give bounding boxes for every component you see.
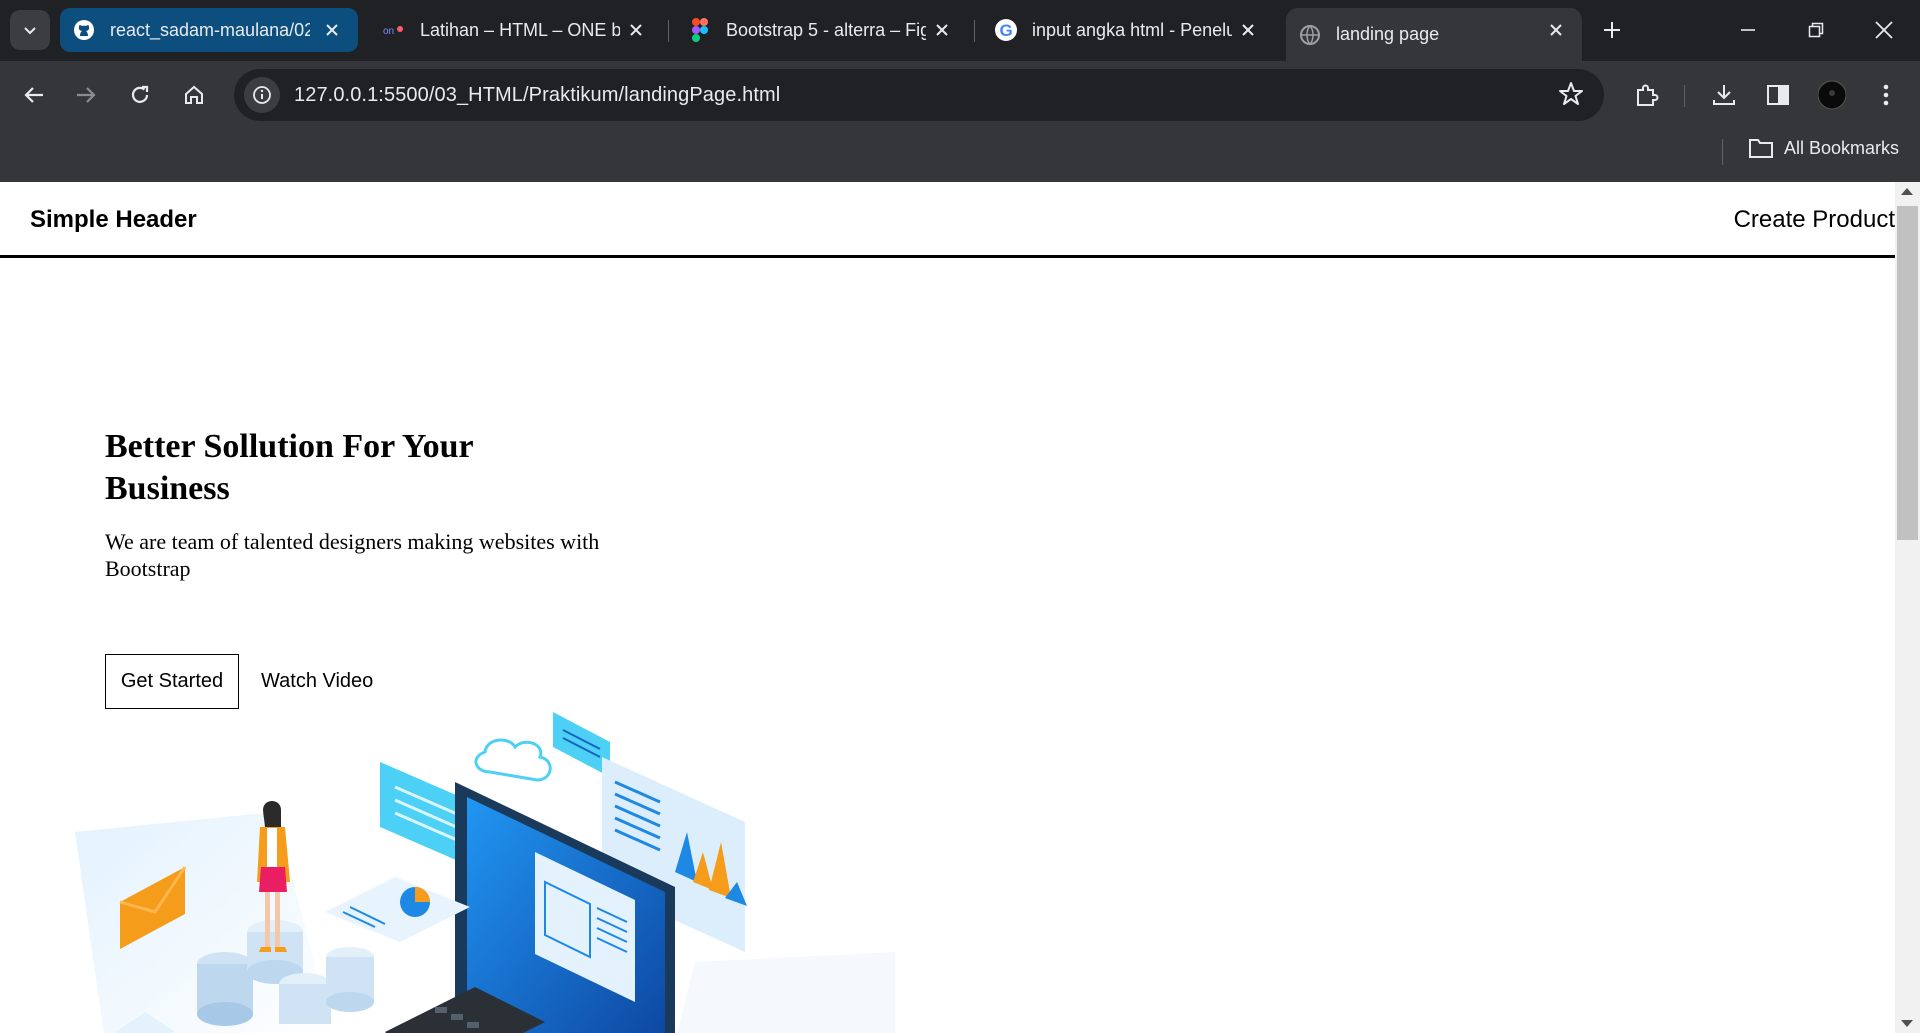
chevron-down-icon: [24, 27, 36, 35]
close-icon[interactable]: [930, 18, 954, 42]
one-logo-icon: on: [382, 18, 406, 42]
tab-search-button[interactable]: [10, 10, 50, 50]
address-bar[interactable]: 127.0.0.1:5500/03_HTML/Praktikum/landing…: [234, 69, 1604, 121]
reload-button[interactable]: [120, 75, 160, 115]
github-icon: [72, 18, 96, 42]
all-bookmarks-label: All Bookmarks: [1784, 137, 1900, 158]
tab-title: input angka html - Penelu: [1032, 19, 1232, 40]
menu-button[interactable]: [1866, 75, 1906, 115]
minimize-icon: [1741, 29, 1755, 31]
tab-landing-page[interactable]: landing page: [1286, 8, 1582, 61]
restore-button[interactable]: [1796, 10, 1836, 50]
plus-icon: [1604, 22, 1620, 38]
page-scrollbar[interactable]: [1895, 182, 1920, 1033]
close-window-button[interactable]: [1864, 10, 1904, 50]
hero-actions: Get Started Watch Video: [105, 654, 373, 709]
back-button[interactable]: [14, 75, 54, 115]
scroll-up-icon[interactable]: [1901, 188, 1913, 195]
hero-subtitle: We are team of talented designers making…: [105, 529, 600, 581]
hero-title: Better Sollution For Your Business: [105, 428, 474, 507]
globe-icon: [1298, 23, 1322, 47]
bookmarks-separator: [1722, 139, 1723, 165]
puzzle-icon: [1637, 84, 1659, 106]
restore-icon: [1808, 22, 1824, 38]
url-text[interactable]: 127.0.0.1:5500/03_HTML/Praktikum/landing…: [294, 84, 780, 107]
tab-title: react_sadam-maulana/02: [110, 19, 310, 40]
side-panel-button[interactable]: [1758, 75, 1798, 115]
browser-chrome: react_sadam-maulana/02 on Latihan – HTML…: [0, 0, 1920, 182]
side-panel-icon: [1767, 85, 1789, 105]
tab-title: landing page: [1336, 24, 1440, 44]
cloud-icon: [474, 738, 552, 782]
tab-figma[interactable]: Bootstrap 5 - alterra – Fig: [676, 8, 968, 52]
close-icon[interactable]: [624, 18, 648, 42]
home-button[interactable]: [174, 75, 214, 115]
arrow-left-icon: [24, 87, 43, 103]
forward-button[interactable]: [66, 75, 106, 115]
tab-title: Bootstrap 5 - alterra – Fig: [726, 19, 926, 40]
profile-button[interactable]: [1812, 75, 1852, 115]
bookmark-star-icon[interactable]: [1558, 81, 1584, 112]
arrow-right-icon: [77, 87, 96, 103]
svg-text:on: on: [383, 26, 394, 37]
google-icon: G: [994, 18, 1018, 42]
extensions-button[interactable]: [1626, 75, 1666, 115]
tab-google[interactable]: G input angka html - Penelu: [982, 8, 1274, 52]
close-icon: [1875, 21, 1893, 39]
pie-card: [325, 877, 470, 942]
download-icon: [1713, 85, 1735, 105]
folder-icon: [1748, 137, 1774, 159]
toolbar-separator: [1684, 85, 1685, 107]
tab-title: Latihan – HTML – ONE by: [420, 19, 620, 40]
downloads-button[interactable]: [1704, 75, 1744, 115]
svg-text:G: G: [1000, 21, 1013, 40]
browser-toolbar: 127.0.0.1:5500/03_HTML/Praktikum/landing…: [0, 61, 1920, 131]
close-icon[interactable]: [1236, 18, 1260, 42]
tab-separator: [668, 20, 669, 42]
web-page: Simple Header Create Product Better Soll…: [0, 182, 1895, 1033]
new-tab-button[interactable]: [1596, 14, 1628, 46]
hero-illustration: [75, 712, 895, 1033]
close-icon[interactable]: [1544, 18, 1568, 42]
scroll-down-icon[interactable]: [1901, 1020, 1913, 1027]
tab-github[interactable]: react_sadam-maulana/02: [60, 8, 358, 52]
all-bookmarks-button[interactable]: All Bookmarks: [1748, 137, 1899, 159]
close-icon[interactable]: [320, 18, 344, 42]
home-icon: [185, 85, 203, 104]
site-header: Simple Header Create Product: [0, 182, 1895, 258]
backdrop-shape: [677, 952, 895, 1033]
avatar: [1817, 80, 1847, 110]
kebab-menu-icon: [1883, 84, 1889, 106]
reload-icon: [131, 85, 149, 103]
tab-latihan[interactable]: on Latihan – HTML – ONE by: [370, 8, 662, 52]
bookmarks-bar: All Bookmarks: [0, 131, 1920, 182]
site-info-icon[interactable]: [244, 77, 280, 113]
document-card: [553, 712, 610, 777]
site-brand[interactable]: Simple Header: [30, 206, 197, 234]
figma-icon: [688, 18, 712, 42]
minimize-button[interactable]: [1728, 10, 1768, 50]
tab-strip: react_sadam-maulana/02 on Latihan – HTML…: [0, 0, 1920, 61]
tab-separator: [974, 20, 975, 42]
scrollbar-thumb[interactable]: [1897, 206, 1918, 540]
hero-section: Better Sollution For Your Business We ar…: [105, 426, 665, 582]
watch-video-link[interactable]: Watch Video: [261, 670, 373, 693]
get-started-button[interactable]: Get Started: [105, 654, 239, 709]
create-product-link[interactable]: Create Product: [1734, 206, 1895, 234]
